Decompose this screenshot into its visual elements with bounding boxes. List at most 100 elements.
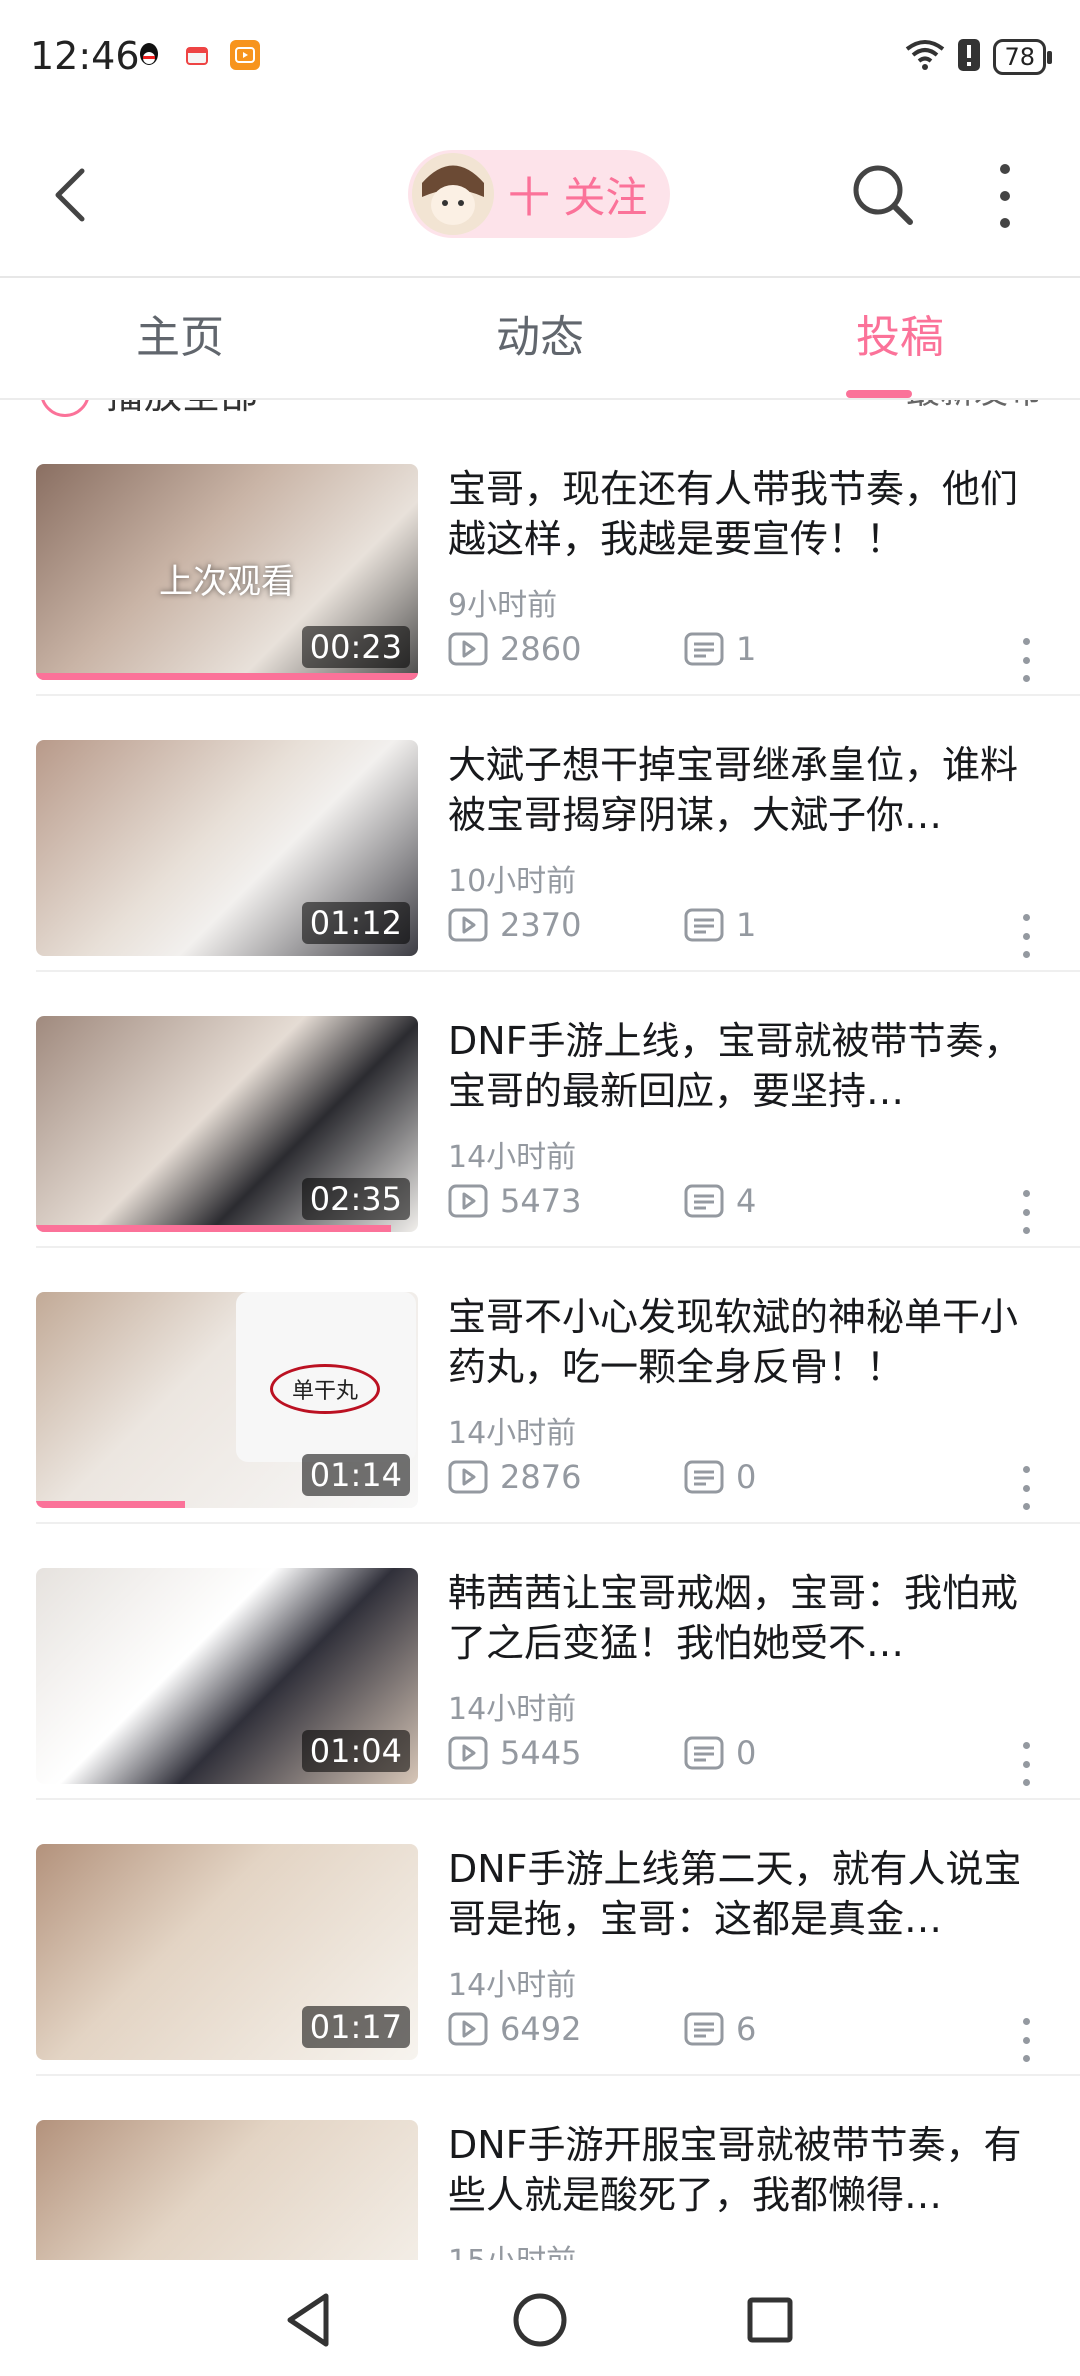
video-title[interactable]: 宝哥，现在还有人带我节奏，他们越这样，我越是要宣传！！ [448,464,1044,564]
comment-count: 6 [684,2010,756,2048]
triangle-back-icon [287,2293,329,2347]
video-duration: 01:14 [301,1454,410,1496]
publish-time: 15小时前 [448,2236,576,2260]
video-title[interactable]: 韩茜茜让宝哥戒烟，宝哥：我怕戒了之后变猛！我怕她受不… [448,1568,1044,1668]
comment-icon [684,2012,724,2046]
comment-count: 1 [684,906,756,944]
more-vertical-icon [1022,1190,1030,1197]
square-recents-icon [747,2297,793,2343]
qq-icon [134,40,164,70]
comment-count: 1 [684,630,756,668]
view-count-value: 5473 [500,1182,582,1220]
tab-uploads[interactable]: 投稿 [720,278,1080,398]
sort-button[interactable]: 最新发布 [906,400,1042,413]
video-list-item[interactable]: 上次观看 00:23 宝哥，现在还有人带我节奏，他们越这样，我越是要宣传！！ 9小… [0,420,1080,696]
video-thumbnail[interactable]: 01:04 [36,1568,418,1784]
video-duration: 01:12 [301,902,410,944]
comment-count: 4 [684,1182,756,1220]
video-stats: 2860 1 [448,630,756,668]
item-more-button[interactable] [1020,1466,1032,1510]
video-duration: 00:23 [301,626,410,668]
play-count-icon [448,908,488,942]
more-vertical-icon [1000,164,1010,174]
item-more-button[interactable] [1020,1190,1032,1234]
item-more-button[interactable] [1020,914,1032,958]
view-count-value: 2876 [500,1458,582,1496]
comment-count-value: 6 [736,2010,757,2048]
video-title[interactable]: DNF手游上线第二天，就有人说宝哥是拖，宝哥：这都是真金… [448,1844,1044,1944]
video-thumbnail[interactable]: 02:35 [36,1016,418,1232]
video-duration: 02:35 [301,1178,410,1220]
search-button[interactable] [848,160,918,230]
watch-progress-bar [36,1225,392,1232]
more-vertical-icon [1022,2018,1030,2025]
tab-activity[interactable]: 动态 [360,278,720,398]
nav-back-button[interactable] [278,2288,342,2352]
nav-home-button[interactable] [508,2288,572,2352]
avatar[interactable] [412,153,494,235]
comment-count-value: 1 [736,630,757,668]
comment-icon [684,908,724,942]
status-indicators: 78 [905,38,1052,76]
follow-button[interactable]: 十 关注 [408,150,670,238]
comment-icon [684,632,724,666]
tab-home[interactable]: 主页 [0,278,360,398]
comment-count-value: 0 [736,1458,757,1496]
publish-time: 14小时前 [448,1416,577,1451]
video-list-item[interactable]: 真别酸 DNF手游开服宝哥就被带节奏，有些人就是酸死了，我都懒得… 15小时前 [0,2076,1080,2260]
play-all-label: 播放全部 [106,400,258,419]
video-stats: 5445 0 [448,1734,756,1772]
video-title[interactable]: DNF手游上线，宝哥就被带节奏，宝哥的最新回应，要坚持… [448,1016,1044,1116]
view-count: 2860 [448,630,684,668]
battery-indicator: 78 [993,39,1052,75]
more-vertical-icon [1022,1742,1030,1749]
status-bar: 12:46 78 [0,0,1080,118]
play-all-button[interactable]: 播放全部 [40,400,258,419]
video-title[interactable]: 大斌子想干掉宝哥继承皇位，谁料被宝哥揭穿阴谋，大斌子你… [448,740,1044,840]
play-count-icon [448,1736,488,1770]
more-dot [1022,951,1030,958]
video-list-item[interactable]: 02:35 DNF手游上线，宝哥就被带节奏，宝哥的最新回应，要坚持… 14小时前… [0,972,1080,1248]
view-count: 5473 [448,1182,684,1220]
video-list-item[interactable]: 单干丸 01:14 宝哥不小心发现软斌的神秘单干小药丸，吃一颗全身反骨！！ 14小… [0,1248,1080,1524]
search-icon [853,165,913,225]
view-count: 5445 [448,1734,684,1772]
more-options-button[interactable] [990,164,1020,228]
chevron-left-icon [55,168,85,222]
list-subheader: 播放全部 最新发布 [0,400,1080,420]
video-list-item[interactable]: 01:12 大斌子想干掉宝哥继承皇位，谁料被宝哥揭穿阴谋，大斌子你… 10小时前… [0,696,1080,972]
video-list: 上次观看 00:23 宝哥，现在还有人带我节奏，他们越这样，我越是要宣传！！ 9小… [0,420,1080,2260]
video-stats: 2876 0 [448,1458,756,1496]
play-count-icon [448,1184,488,1218]
publish-time: 9小时前 [448,588,558,623]
video-thumbnail[interactable]: 真别酸 [36,2120,418,2260]
view-count: 2876 [448,1458,684,1496]
video-title[interactable]: DNF手游开服宝哥就被带节奏，有些人就是酸死了，我都懒得… [448,2120,1044,2220]
publish-time: 14小时前 [448,1140,577,1175]
comment-count-value: 0 [736,1734,757,1772]
back-button[interactable] [40,160,100,230]
play-circle-icon [40,400,90,417]
notification-icon [182,40,212,70]
item-more-button[interactable] [1020,638,1032,682]
video-thumbnail[interactable]: 上次观看 00:23 [36,464,418,680]
system-navigation-bar [0,2262,1080,2376]
more-dot [1022,932,1030,940]
status-time: 12:46 [30,34,140,78]
video-thumbnail[interactable]: 01:17 [36,1844,418,2060]
tab-active-indicator [846,390,912,398]
publish-time: 14小时前 [448,1968,577,2003]
video-list-item[interactable]: 01:17 DNF手游上线第二天，就有人说宝哥是拖，宝哥：这都是真金… 14小时… [0,1800,1080,2076]
nav-recents-button[interactable] [738,2288,802,2352]
pill-bottle-graphic: 单干丸 [236,1292,416,1462]
video-thumbnail[interactable]: 01:12 [36,740,418,956]
item-more-button[interactable] [1020,2018,1032,2062]
video-thumbnail[interactable]: 单干丸 01:14 [36,1292,418,1508]
publish-time: 14小时前 [448,1692,577,1727]
pill-bottle-label: 单干丸 [270,1364,380,1414]
video-title[interactable]: 宝哥不小心发现软斌的神秘单干小药丸，吃一颗全身反骨！！ [448,1292,1044,1392]
last-watched-badge: 上次观看 [159,562,295,602]
video-list-item[interactable]: 01:04 韩茜茜让宝哥戒烟，宝哥：我怕戒了之后变猛！我怕她受不… 14小时前 … [0,1524,1080,1800]
item-more-button[interactable] [1020,1742,1032,1786]
video-stats: 2370 1 [448,906,756,944]
